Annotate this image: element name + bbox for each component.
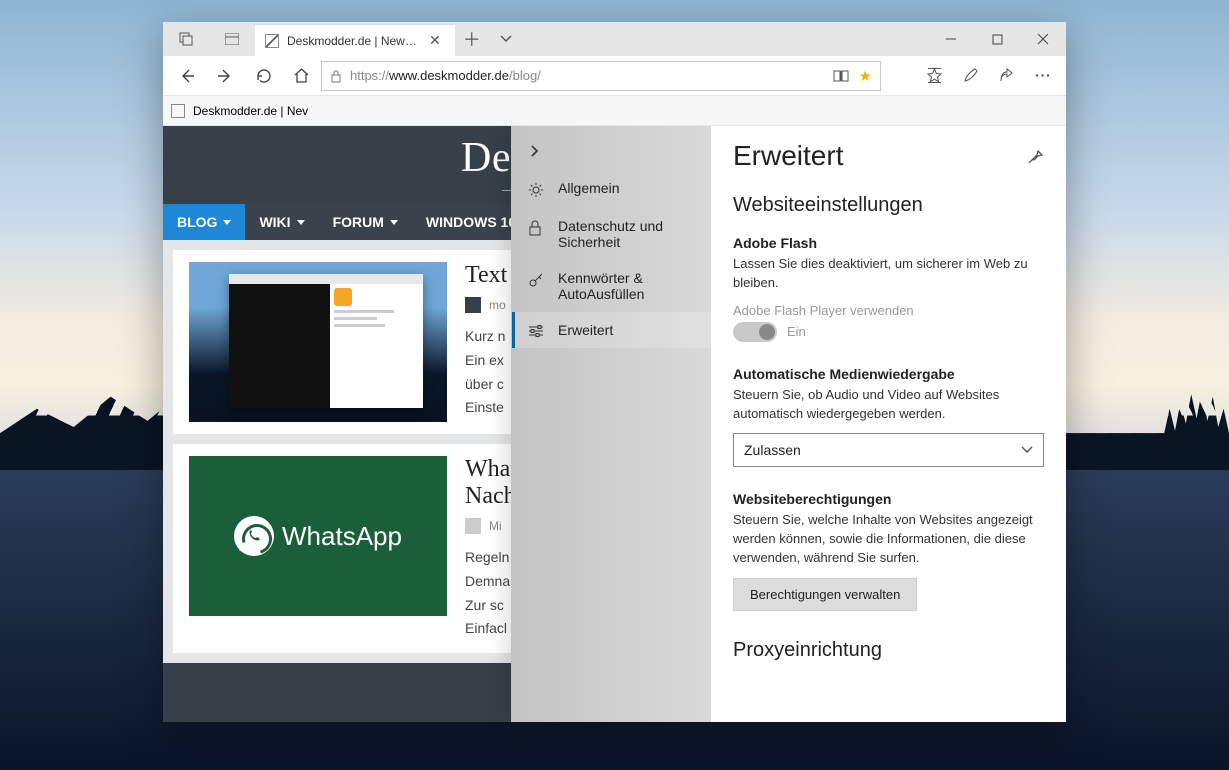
- article-thumbnail: [189, 262, 447, 422]
- content-area: Deskmodder.de ✎ News, Tipps und Hilfe BL…: [163, 126, 1066, 722]
- permissions-description: Steuern Sie, welche Inhalte von Websites…: [733, 511, 1044, 568]
- window-minimize-button[interactable]: [928, 22, 974, 56]
- section-proxy: Proxyeinrichtung: [733, 639, 1044, 662]
- favorite-star-icon[interactable]: ★: [859, 67, 872, 85]
- nav-blog[interactable]: BLOG: [163, 204, 245, 240]
- article-excerpt: Kurz n Ein ex über c Einste: [465, 325, 507, 420]
- pane-title: Erweitert: [733, 140, 843, 172]
- flash-toggle[interactable]: Ein: [733, 322, 1044, 342]
- browser-window: Deskmodder.de | News, … ✕ ＋: [163, 22, 1066, 722]
- tabs-aside-button[interactable]: [163, 22, 209, 56]
- browser-tab[interactable]: Deskmodder.de | News, … ✕: [255, 24, 455, 56]
- favorites-bar: Deskmodder.de | Nev: [163, 96, 1066, 126]
- author-name: mo: [489, 298, 506, 312]
- nav-forum[interactable]: FORUM: [319, 204, 412, 240]
- favorite-item-icon: [171, 104, 185, 118]
- pin-button[interactable]: [1028, 149, 1044, 163]
- author-avatar: [465, 518, 481, 534]
- flash-toggle-label: Adobe Flash Player verwenden: [733, 303, 1044, 318]
- url-input[interactable]: https://www.deskmodder.de/blog/ ★: [321, 61, 881, 91]
- refresh-button[interactable]: [245, 58, 281, 94]
- address-bar: https://www.deskmodder.de/blog/ ★: [163, 56, 1066, 96]
- settings-nav-advanced[interactable]: Erweitert: [512, 312, 711, 348]
- article-title: Text: [465, 262, 507, 289]
- author-avatar: [465, 297, 481, 313]
- author-name: Mi: [489, 519, 502, 533]
- article-title: What Nach: [465, 456, 517, 510]
- settings-nav-privacy[interactable]: Datenschutz und Sicherheit: [512, 208, 711, 260]
- manage-permissions-button[interactable]: Berechtigungen verwalten: [733, 578, 917, 611]
- whatsapp-icon: [234, 516, 274, 556]
- more-button[interactable]: [1024, 58, 1060, 94]
- settings-nav: Allgemein Datenschutz und Sicherheit Ken…: [511, 126, 711, 722]
- favorite-item[interactable]: Deskmodder.de | Nev: [193, 104, 308, 118]
- lock-icon: [330, 69, 342, 83]
- permissions-heading: Websiteberechtigungen: [733, 491, 1044, 507]
- url-protocol: https://: [350, 68, 389, 83]
- url-path: /blog/: [509, 68, 541, 83]
- flash-heading: Adobe Flash: [733, 235, 1044, 251]
- thumbnail-text: WhatsApp: [282, 521, 402, 552]
- tab-favicon: [265, 34, 279, 48]
- chevron-down-icon: [1021, 446, 1033, 454]
- back-button[interactable]: [169, 58, 205, 94]
- gear-icon: [528, 182, 546, 198]
- settings-back-button[interactable]: [512, 132, 711, 170]
- settings-nav-passwords[interactable]: Kennwörter & AutoAusfüllen: [512, 260, 711, 312]
- tabs-preview-button[interactable]: [209, 22, 255, 56]
- section-website-settings: Websiteeinstellungen: [733, 194, 1044, 217]
- settings-flyout: Allgemein Datenschutz und Sicherheit Ken…: [511, 126, 1066, 722]
- sliders-icon: [528, 324, 546, 338]
- forward-button[interactable]: [207, 58, 243, 94]
- settings-nav-general[interactable]: Allgemein: [512, 170, 711, 208]
- url-host: www.deskmodder.de: [389, 68, 509, 83]
- tab-title: Deskmodder.de | News, …: [287, 34, 417, 48]
- new-tab-button[interactable]: ＋: [455, 22, 489, 56]
- nav-wiki[interactable]: WIKI: [245, 204, 318, 240]
- media-description: Steuern Sie, ob Audio und Video auf Webs…: [733, 386, 1044, 424]
- article-thumbnail: WhatsApp: [189, 456, 447, 616]
- tab-list-dropdown[interactable]: [489, 22, 523, 56]
- notes-button[interactable]: [952, 58, 988, 94]
- window-close-button[interactable]: [1020, 22, 1066, 56]
- flash-description: Lassen Sie dies deaktiviert, um sicherer…: [733, 255, 1044, 293]
- window-maximize-button[interactable]: [974, 22, 1020, 56]
- key-icon: [528, 272, 546, 288]
- article-excerpt: Regeln Demna Zur sc Einfacl: [465, 546, 517, 641]
- favorites-hub-button[interactable]: [916, 58, 952, 94]
- media-heading: Automatische Medienwiedergabe: [733, 366, 1044, 382]
- titlebar: Deskmodder.de | News, … ✕ ＋: [163, 22, 1066, 56]
- flash-toggle-state: Ein: [787, 324, 806, 339]
- share-button[interactable]: [988, 58, 1024, 94]
- settings-pane-advanced: Erweitert Websiteeinstellungen Adobe Fla…: [711, 126, 1066, 722]
- lock-icon: [528, 220, 546, 236]
- caret-down-icon: [223, 220, 231, 225]
- home-button[interactable]: [283, 58, 319, 94]
- media-autoplay-select[interactable]: Zulassen: [733, 433, 1044, 467]
- reading-view-icon[interactable]: [833, 69, 849, 83]
- tab-close-button[interactable]: ✕: [425, 30, 445, 51]
- wallpaper-treeline-right: [1049, 360, 1229, 482]
